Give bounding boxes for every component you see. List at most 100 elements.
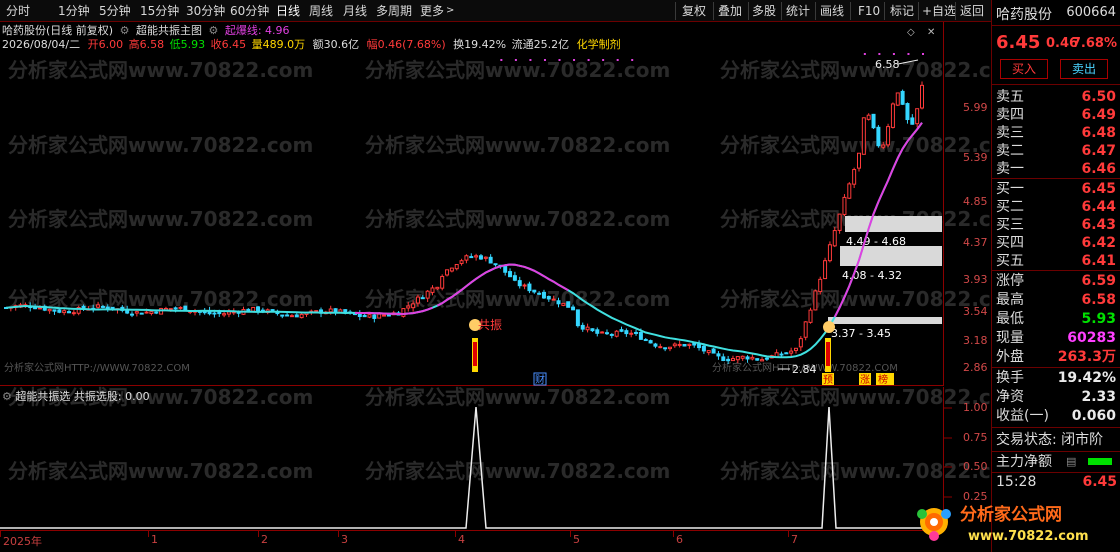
candle-body [420, 297, 425, 300]
turnover-value: 换19.42% [453, 38, 507, 51]
candle-body [847, 183, 852, 199]
last-price: 6.45 [996, 32, 1041, 53]
ask-row[interactable]: 卖四 6.49 [996, 105, 1118, 125]
sell-button[interactable]: 卖出 [1060, 59, 1108, 79]
settings-icon[interactable]: ⚙ [120, 24, 130, 38]
tag-billboard[interactable]: 榜 [878, 373, 888, 386]
candle-body [445, 269, 450, 276]
svg-text:分析家公式网www.70822.com: 分析家公式网www.70822.com [720, 287, 990, 311]
tag-limit-up[interactable]: 涨 [860, 374, 870, 386]
close-icon[interactable]: ✕ [927, 27, 935, 38]
ask-row[interactable]: 卖五 6.50 [996, 87, 1118, 107]
diamond-icon[interactable]: ◇ [907, 27, 915, 38]
candle-body [697, 343, 702, 349]
candle-body [96, 304, 101, 308]
candle-body [178, 306, 183, 309]
candle-body [905, 103, 910, 121]
candle-body [372, 314, 377, 319]
candle-body [270, 309, 275, 312]
kline-chart[interactable]: 分析家公式网www.70822.com 分析家公式网www.70822.com … [0, 0, 990, 552]
candle-body [33, 307, 38, 310]
dot-mark [500, 59, 503, 61]
settings-icon[interactable]: ⚙ [2, 390, 12, 403]
candle-body [619, 329, 624, 332]
price-tick: 4.85 [963, 195, 988, 208]
candle-body [682, 343, 687, 347]
dot-mark [529, 59, 532, 61]
ask-row[interactable]: 卖三 6.48 [996, 123, 1118, 143]
candle-body [638, 331, 643, 340]
candle-body [701, 345, 706, 352]
candle-body [871, 113, 876, 129]
candle-body [440, 275, 445, 289]
price-tick: 5.39 [963, 151, 988, 164]
candle-body [837, 213, 842, 231]
hand-pointer-icon [823, 321, 835, 333]
indicator-title[interactable]: ⚙ 超能共振选 共振选股: 0.00 [2, 388, 150, 404]
candle-body [454, 264, 459, 270]
candle-body [222, 313, 227, 316]
settings-icon[interactable]: ⚙ [208, 24, 218, 38]
candle-body [595, 329, 600, 334]
zone-label-1: 4.49 - 4.68 [846, 235, 906, 248]
indicator-name[interactable]: 超能共振主图 [136, 24, 202, 38]
candle-body [459, 260, 464, 264]
low-value: 低5.93 [169, 38, 206, 51]
candle-body [726, 358, 731, 362]
chart-title-line: 哈药股份(日线 前复权) ⚙ 超能共振主图 ⚙ 起爆线: 4.96 [2, 24, 290, 38]
date-axis: 2025年 1 2 3 4 5 6 7 [0, 530, 944, 552]
candle-body [895, 92, 900, 106]
candle-body [750, 356, 755, 360]
candle-body [793, 347, 798, 351]
tag-financial[interactable]: 财 [535, 373, 545, 386]
candle-body [585, 326, 590, 331]
bid-row[interactable]: 买四 6.42 [996, 233, 1118, 253]
candle-body [735, 356, 740, 361]
candle-body [280, 314, 285, 317]
candle-body [818, 278, 823, 293]
dot-mark [878, 53, 881, 55]
stat-row: 净资 2.33 [996, 389, 1116, 405]
candle-body [798, 338, 803, 348]
candle-body [406, 305, 411, 309]
tag-forecast[interactable]: 预 [823, 374, 833, 386]
candle-body [808, 309, 813, 323]
stat-row: 外盘 263.3万 [996, 349, 1116, 365]
candle-body [876, 126, 881, 147]
candle-body [789, 350, 794, 354]
bid-row[interactable]: 买一 6.45 [996, 179, 1118, 199]
stock-title: 哈药股份(日线 前复权) [2, 24, 114, 37]
buy-button[interactable]: 买入 [1000, 59, 1048, 79]
candle-body [527, 283, 532, 292]
bid-row[interactable]: 买二 6.44 [996, 197, 1118, 217]
candle-body [328, 308, 333, 313]
ask-row[interactable]: 卖一 6.46 [996, 159, 1118, 179]
list-icon[interactable]: ▤ [1066, 452, 1076, 472]
svg-text:分析家公式网www.70822.com: 分析家公式网www.70822.com [8, 58, 313, 82]
float-value: 流通25.2亿 [511, 38, 570, 51]
candle-body [779, 353, 784, 356]
svg-text:分析家公式网www.70822.com: 分析家公式网www.70822.com [8, 459, 313, 483]
candle-body [464, 255, 469, 261]
bid-row[interactable]: 买三 6.43 [996, 215, 1118, 235]
candle-body [643, 339, 648, 342]
svg-text:分析家公式网www.70822.com: 分析家公式网www.70822.com [720, 459, 990, 483]
candle-body [900, 90, 905, 105]
sector-label[interactable]: 化学制剂 [577, 38, 621, 52]
svg-text:分析家公式网www.70822.com: 分析家公式网www.70822.com [365, 133, 670, 157]
candle-body [294, 314, 299, 318]
stock-code: 600664 [1066, 5, 1116, 20]
candle-body [653, 343, 658, 347]
price-tick: 2.86 [963, 361, 988, 374]
candle-body [52, 309, 57, 312]
candle-body [886, 126, 891, 146]
ask-row[interactable]: 卖二 6.47 [996, 141, 1118, 161]
candle-body [100, 305, 105, 308]
candle-body [566, 301, 571, 308]
dot-mark [558, 59, 561, 61]
stat-row: 最低 5.93 [996, 311, 1116, 327]
candle-body [285, 314, 290, 317]
candle-body [629, 332, 634, 335]
candle-body [449, 267, 454, 272]
bid-row[interactable]: 买五 6.41 [996, 251, 1118, 271]
